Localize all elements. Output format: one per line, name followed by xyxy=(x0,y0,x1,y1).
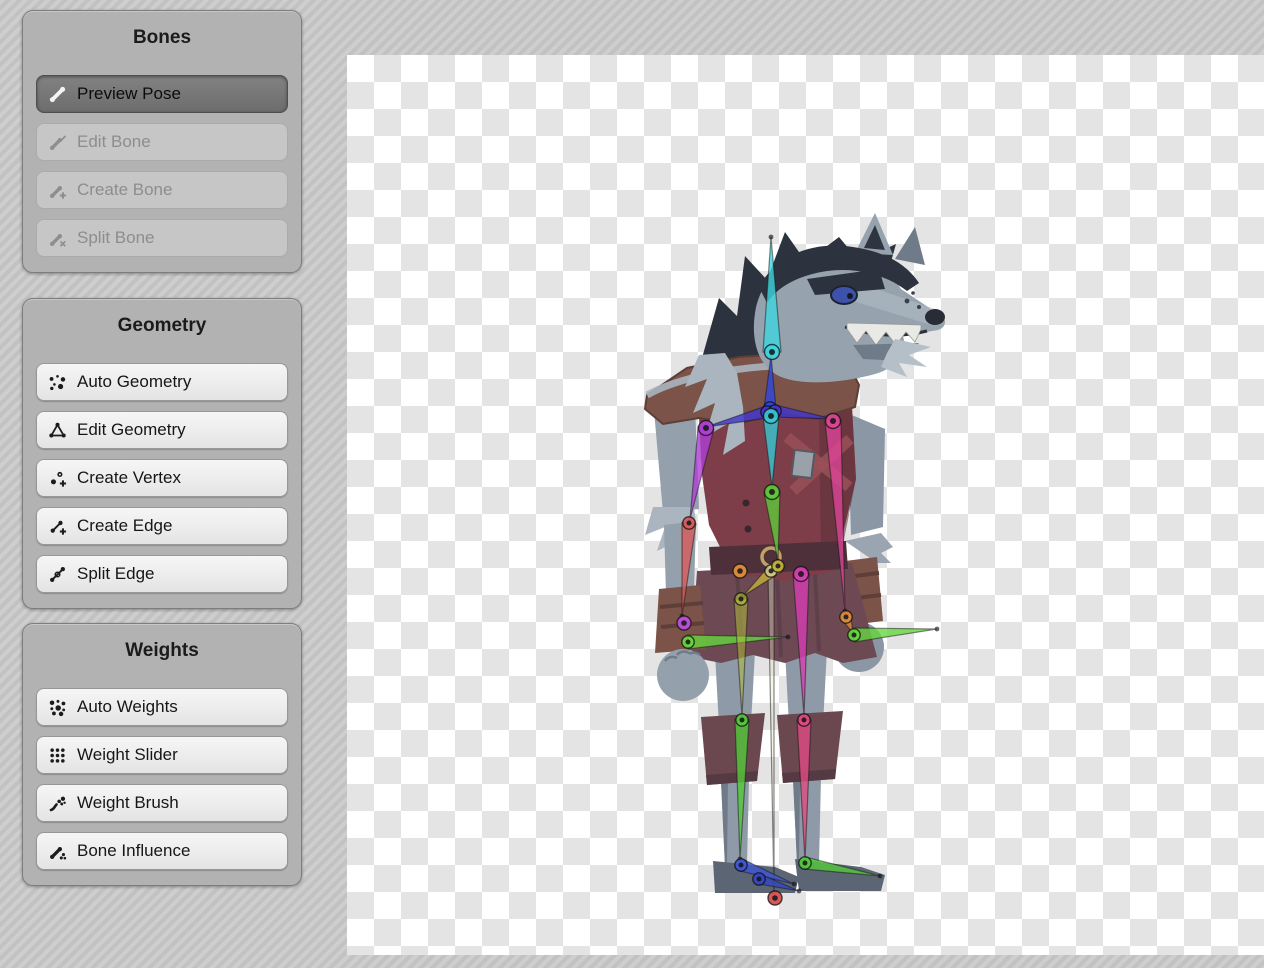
button-label: Auto Weights xyxy=(77,697,178,717)
preview-pose-icon xyxy=(47,84,68,105)
weight-slider-button[interactable]: Weight Slider xyxy=(36,736,288,774)
create-vertex-button[interactable]: Create Vertex xyxy=(36,459,288,497)
weight-slider-icon xyxy=(47,745,68,766)
bone-joint[interactable] xyxy=(765,485,780,500)
edit-geometry-icon xyxy=(47,420,68,441)
preview-pose-button[interactable]: Preview Pose xyxy=(36,75,288,113)
panel-weights: Weights Auto Weights Weight Slider Weight B… xyxy=(22,623,302,886)
bone-joint[interactable] xyxy=(677,616,691,630)
bone-influence-button[interactable]: Bone Influence xyxy=(36,832,288,870)
bone-joint[interactable] xyxy=(699,421,714,436)
panel-title-geometry: Geometry xyxy=(36,315,288,337)
button-label: Weight Slider xyxy=(77,745,178,765)
button-label: Edit Geometry xyxy=(77,420,186,440)
bone-joint[interactable] xyxy=(733,564,747,578)
auto-weights-icon xyxy=(47,697,68,718)
button-label: Auto Geometry xyxy=(77,372,191,392)
auto-geometry-icon xyxy=(47,372,68,393)
weight-brush-button[interactable]: Weight Brush xyxy=(36,784,288,822)
weight-brush-icon xyxy=(47,793,68,814)
bone-joint[interactable] xyxy=(826,414,841,429)
bone-joint[interactable] xyxy=(772,560,784,572)
split-edge-button[interactable]: Split Edge xyxy=(36,555,288,593)
panel-bones: Bones Preview Pose Edit Bone Create Bone Spl… xyxy=(22,10,302,273)
create-bone-button[interactable]: Create Bone xyxy=(36,171,288,209)
button-label: Split Bone xyxy=(77,228,155,248)
button-label: Weight Brush xyxy=(77,793,179,813)
bone-joint[interactable] xyxy=(735,859,747,871)
edit-bone-button[interactable]: Edit Bone xyxy=(36,123,288,161)
canvas-svg xyxy=(347,55,1264,955)
edit-geometry-button[interactable]: Edit Geometry xyxy=(36,411,288,449)
button-label: Bone Influence xyxy=(77,841,190,861)
sprite-canvas[interactable] xyxy=(347,55,1264,955)
button-label: Create Vertex xyxy=(77,468,181,488)
bone-influence-icon xyxy=(47,841,68,862)
bone-joint[interactable] xyxy=(765,345,780,360)
tool-sidebar: Bones Preview Pose Edit Bone Create Bone Spl… xyxy=(0,0,347,968)
split-bone-button[interactable]: Split Bone xyxy=(36,219,288,257)
button-label: Edit Bone xyxy=(77,132,151,152)
bone-joint[interactable] xyxy=(848,629,860,641)
button-label: Create Bone xyxy=(77,180,172,200)
panel-geometry: Geometry Auto Geometry Edit Geometry Create… xyxy=(22,298,302,609)
split-bone-icon xyxy=(47,228,68,249)
create-edge-icon xyxy=(47,516,68,537)
skinning-editor-window: Bones Preview Pose Edit Bone Create Bone Spl… xyxy=(0,0,1264,968)
bone-joint[interactable] xyxy=(840,611,852,623)
bone-joint[interactable] xyxy=(736,714,748,726)
panel-title-bones: Bones xyxy=(36,27,288,49)
button-label: Split Edge xyxy=(77,564,155,584)
edit-bone-icon xyxy=(47,132,68,153)
bone-joint[interactable] xyxy=(682,636,694,648)
bone-joint[interactable] xyxy=(799,857,811,869)
panel-title-weights: Weights xyxy=(36,640,288,662)
auto-geometry-button[interactable]: Auto Geometry xyxy=(36,363,288,401)
bone-joint[interactable] xyxy=(683,517,695,529)
bone-joint[interactable] xyxy=(753,873,765,885)
bone-joint[interactable] xyxy=(764,409,779,424)
bone-joint[interactable] xyxy=(798,714,810,726)
split-edge-icon xyxy=(47,564,68,585)
create-edge-button[interactable]: Create Edge xyxy=(36,507,288,545)
create-bone-icon xyxy=(47,180,68,201)
create-vertex-icon xyxy=(47,468,68,489)
button-label: Preview Pose xyxy=(77,84,181,104)
bone-hand-right[interactable] xyxy=(853,627,939,642)
bone-joint[interactable] xyxy=(768,891,782,905)
button-label: Create Edge xyxy=(77,516,172,536)
auto-weights-button[interactable]: Auto Weights xyxy=(36,688,288,726)
bone-joint[interactable] xyxy=(735,593,747,605)
bone-joint[interactable] xyxy=(794,567,809,582)
